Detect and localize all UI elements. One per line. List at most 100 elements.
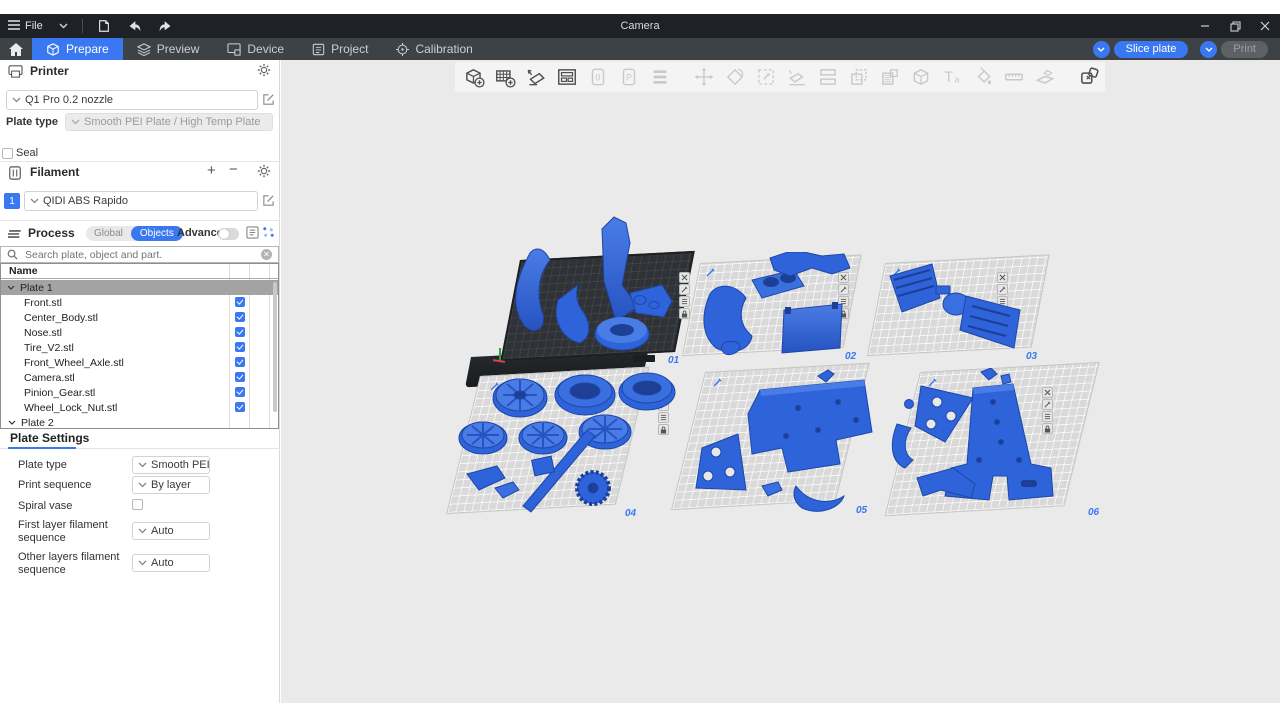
build-plate-5[interactable] xyxy=(671,363,870,510)
list-item[interactable]: Camera.stl xyxy=(2,370,270,385)
delete-plate-icon[interactable] xyxy=(658,388,669,399)
plate-settings-icon[interactable] xyxy=(1042,411,1053,422)
plate-settings-icon[interactable] xyxy=(853,412,864,423)
process-compare-button[interactable] xyxy=(262,226,275,244)
plate-settings-icon[interactable] xyxy=(679,296,690,307)
spiral-vase-checkbox[interactable] xyxy=(132,499,143,510)
delete-plate-icon[interactable] xyxy=(997,272,1008,283)
restore-button[interactable] xyxy=(1220,14,1250,38)
filament-slot-badge[interactable]: 1 xyxy=(4,193,20,209)
delete-plate-icon[interactable] xyxy=(679,272,690,283)
lock-plate-icon[interactable] xyxy=(1042,423,1053,434)
visibility-checkbox[interactable] xyxy=(235,312,245,322)
list-item-plate2[interactable]: Plate 2 xyxy=(2,415,270,429)
add-filament-button[interactable]: + xyxy=(207,162,216,179)
build-plate-1[interactable] xyxy=(500,251,694,361)
edit-filament-button[interactable] xyxy=(262,194,275,212)
list-item[interactable]: Center_Body.stl xyxy=(2,310,270,325)
visibility-checkbox[interactable] xyxy=(235,387,245,397)
rename-plate-icon[interactable] xyxy=(928,374,937,392)
edit-plate-icon[interactable] xyxy=(658,400,669,411)
visibility-checkbox[interactable] xyxy=(235,297,245,307)
scope-global-segment[interactable]: Global xyxy=(86,228,131,239)
edit-printer-button[interactable] xyxy=(262,93,275,111)
visibility-checkbox[interactable] xyxy=(235,327,245,337)
list-scrollbar[interactable] xyxy=(273,282,277,412)
rename-plate-icon[interactable] xyxy=(490,378,499,396)
ps-other-layers-select[interactable]: Auto xyxy=(132,554,210,572)
tab-device[interactable]: Device xyxy=(213,38,298,60)
visibility-checkbox[interactable] xyxy=(235,372,245,382)
undo-button[interactable] xyxy=(119,14,150,38)
advanced-toggle[interactable] xyxy=(218,228,239,240)
arrange-icon[interactable] xyxy=(556,66,578,88)
list-item[interactable]: Front.stl xyxy=(2,295,270,310)
tab-prepare[interactable]: Prepare xyxy=(32,38,123,60)
tab-project[interactable]: Project xyxy=(298,38,382,60)
save-project-button[interactable] xyxy=(89,14,119,38)
process-list-view-button[interactable] xyxy=(246,226,259,244)
visibility-checkbox[interactable] xyxy=(235,402,245,412)
ps-print-sequence-select[interactable]: By layer xyxy=(132,476,210,494)
filament-preset-select[interactable]: QIDI ABS Rapido xyxy=(24,191,258,211)
slice-options-dropdown[interactable] xyxy=(1093,41,1110,58)
close-button[interactable] xyxy=(1250,14,1280,38)
add-object-icon[interactable] xyxy=(463,66,485,88)
ps-first-layer-select[interactable]: Auto xyxy=(132,522,210,540)
visibility-checkbox[interactable] xyxy=(235,342,245,352)
seal-checkbox[interactable] xyxy=(2,148,13,159)
tab-calibration[interactable]: Calibration xyxy=(382,38,486,60)
delete-plate-icon[interactable] xyxy=(1042,387,1053,398)
file-menu[interactable]: File xyxy=(0,14,51,38)
remove-filament-button[interactable]: − xyxy=(229,161,238,178)
plate-settings-icon[interactable] xyxy=(658,412,669,423)
list-item[interactable]: Front_Wheel_Axle.stl xyxy=(2,355,270,370)
delete-plate-icon[interactable] xyxy=(838,272,849,283)
lock-plate-icon[interactable] xyxy=(658,424,669,435)
auto-orient-icon[interactable] xyxy=(525,66,547,88)
file-menu-chevron[interactable] xyxy=(51,14,76,38)
rename-plate-icon[interactable] xyxy=(706,264,715,282)
list-item[interactable]: Tire_V2.stl xyxy=(2,340,270,355)
edit-plate-icon[interactable] xyxy=(838,284,849,295)
list-item[interactable]: Pinion_Gear.stl xyxy=(2,385,270,400)
ps-plate-type-select[interactable]: Smooth PEI ... xyxy=(132,456,210,474)
home-button[interactable] xyxy=(0,38,32,60)
tab-preview[interactable]: Preview xyxy=(123,38,214,60)
assembly-icon[interactable] xyxy=(1078,66,1100,88)
filament-settings-button[interactable] xyxy=(257,164,271,183)
minimize-button[interactable] xyxy=(1190,14,1220,38)
printer-preset-select[interactable]: Q1 Pro 0.2 nozzle xyxy=(6,90,258,110)
edit-plate-icon[interactable] xyxy=(1042,399,1053,410)
build-plate-4[interactable] xyxy=(446,367,650,515)
edit-plate-icon[interactable] xyxy=(853,400,864,411)
plate-settings-icon[interactable] xyxy=(997,296,1008,307)
printer-settings-button[interactable] xyxy=(257,63,271,82)
chevron-down-icon xyxy=(138,560,147,566)
lock-plate-icon[interactable] xyxy=(997,308,1008,319)
scope-objects-segment[interactable]: Objects xyxy=(131,226,183,241)
list-item-plate1[interactable]: Plate 1 xyxy=(1,280,279,295)
list-item[interactable]: Wheel_Lock_Nut.stl xyxy=(2,400,270,415)
plate-settings-icon[interactable] xyxy=(838,296,849,307)
process-icon xyxy=(8,227,23,245)
print-button[interactable]: Print xyxy=(1221,41,1268,58)
clear-search-button[interactable]: ✕ xyxy=(261,249,272,260)
redo-button[interactable] xyxy=(150,14,181,38)
visibility-checkbox[interactable] xyxy=(235,357,245,367)
print-options-dropdown[interactable] xyxy=(1200,41,1217,58)
lock-plate-icon[interactable] xyxy=(853,424,864,435)
lock-plate-icon[interactable] xyxy=(679,308,690,319)
rename-plate-icon[interactable] xyxy=(892,264,901,282)
slice-plate-button[interactable]: Slice plate xyxy=(1114,41,1189,58)
add-plate-icon[interactable] xyxy=(494,66,516,88)
list-item[interactable]: Nose.stl xyxy=(2,325,270,340)
viewport-3d[interactable]: 0 P Ta xyxy=(281,60,1280,703)
build-plate-6[interactable] xyxy=(885,362,1100,516)
lock-plate-icon[interactable] xyxy=(838,308,849,319)
delete-plate-icon[interactable] xyxy=(853,388,864,399)
edit-plate-icon[interactable] xyxy=(679,284,690,295)
search-input[interactable] xyxy=(23,248,261,262)
edit-plate-icon[interactable] xyxy=(997,284,1008,295)
rename-plate-icon[interactable] xyxy=(713,374,722,392)
